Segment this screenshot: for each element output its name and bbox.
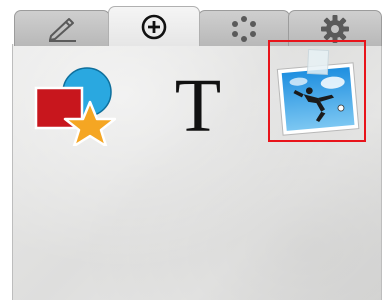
insert-text-button[interactable]: T — [166, 66, 230, 146]
insert-shapes-button[interactable] — [34, 64, 117, 148]
dots-circle-icon — [229, 14, 259, 44]
shapes-icon — [34, 67, 117, 150]
plus-circle-icon — [140, 13, 168, 41]
photo-icon — [274, 48, 362, 145]
gear-icon — [320, 14, 350, 44]
tab-pen[interactable] — [14, 10, 110, 46]
pen-icon — [45, 16, 79, 42]
tab-add[interactable] — [108, 6, 200, 46]
insert-photo-button[interactable] — [268, 40, 366, 142]
